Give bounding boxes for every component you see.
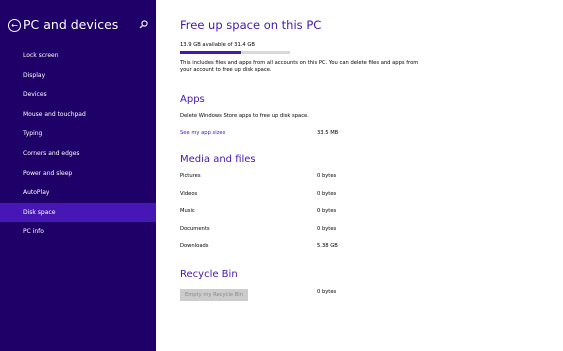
videos-label: Videos [180,191,198,197]
media-files-heading: Media and files [180,154,256,165]
storage-progress-bar [180,51,290,54]
apps-description: Delete Windows Store apps to free up dis… [180,113,309,119]
downloads-value: 5.38 GB [317,243,338,249]
documents-value: 0 bytes [317,226,337,232]
empty-recycle-bin-button[interactable]: Empty my Recycle Bin [180,289,248,301]
music-label: Music [180,208,195,214]
documents-label: Documents [180,226,210,232]
sidebar-title: PC and devices [23,17,119,32]
sidebar-item-lock-screen[interactable]: Lock screen [0,46,156,66]
sidebar-item-corners-and-edges[interactable]: Corners and edges [0,144,156,164]
recycle-bin-value: 0 bytes [317,289,337,295]
apps-size-value: 33.5 MB [317,130,339,136]
sidebar-item-mouse-and-touchpad[interactable]: Mouse and touchpad [0,105,156,125]
search-icon[interactable] [138,19,149,30]
back-arrow-icon[interactable]: ← [8,19,21,32]
sidebar-item-power-and-sleep[interactable]: Power and sleep [0,164,156,184]
sidebar-item-devices[interactable]: Devices [0,85,156,105]
storage-available-text: 13.9 GB available of 31.4 GB [180,42,255,48]
sidebar: ← PC and devices Lock screen Display Dev… [0,0,156,351]
sidebar-item-typing[interactable]: Typing [0,124,156,144]
storage-description: This includes files and apps from all ac… [180,60,419,73]
sidebar-item-display[interactable]: Display [0,66,156,86]
see-app-sizes-link[interactable]: See my app sizes [180,130,225,137]
sidebar-item-pc-info[interactable]: PC info [0,222,156,242]
pictures-label: Pictures [180,173,201,179]
recycle-bin-heading: Recycle Bin [180,269,238,280]
page-title: Free up space on this PC [180,18,322,32]
music-value: 0 bytes [317,208,337,214]
apps-heading: Apps [180,94,205,105]
main-content: Free up space on this PC 13.9 GB availab… [180,0,563,351]
sidebar-nav: Lock screen Display Devices Mouse and to… [0,46,156,242]
storage-progress-fill [180,51,242,54]
sidebar-item-disk-space[interactable]: Disk space [0,202,156,223]
pictures-value: 0 bytes [317,173,337,179]
videos-value: 0 bytes [317,191,337,197]
downloads-label: Downloads [180,243,209,249]
sidebar-item-autoplay[interactable]: AutoPlay [0,183,156,203]
